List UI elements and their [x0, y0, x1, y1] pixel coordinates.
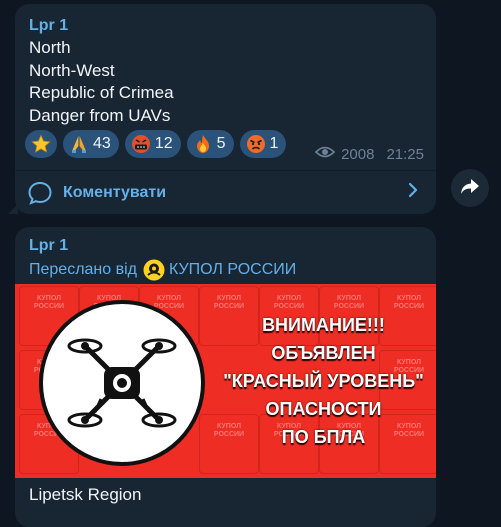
warning-line: ВНИМАНИЕ!!!: [262, 315, 385, 335]
drone-icon: [39, 300, 205, 466]
comments-button[interactable]: Коментувати: [15, 171, 436, 214]
reaction-fire[interactable]: 5: [186, 130, 234, 158]
warning-line: ОПАСНОСТИ: [265, 399, 382, 419]
message-line: North: [29, 38, 71, 57]
eye-icon: [314, 145, 336, 163]
share-arrow-icon: [460, 177, 480, 200]
star-icon: [31, 134, 51, 154]
warning-line: "КРАСНЫЙ УРОВЕНЬ": [223, 371, 424, 391]
fire-icon: [193, 134, 213, 154]
message-line: Danger from UAVs: [29, 105, 171, 125]
reactions-bar: 43 12 5 1: [25, 130, 287, 158]
reaction-count: 5: [216, 135, 226, 152]
message-text: North North-West Republic of Crimea Dang…: [29, 37, 174, 127]
channel-avatar-icon: [143, 259, 165, 281]
message-bubble: Lpr 1 North North-West Republic of Crime…: [8, 4, 436, 214]
forwarded-prefix: Переслано від: [29, 261, 137, 278]
reaction-praying-hands[interactable]: 43: [63, 130, 119, 158]
reaction-angry-face[interactable]: 1: [239, 130, 287, 158]
angry-face-icon: [246, 134, 266, 154]
message-caption: Lipetsk Region: [29, 485, 142, 504]
message-bubble: Lpr 1 Переслано від КУПОЛ РОССИИ КУПОЛ РО…: [15, 227, 436, 527]
cursing-face-icon: [131, 134, 151, 154]
message-time: 21:25: [386, 145, 424, 163]
warning-line: ПО БПЛА: [281, 427, 366, 447]
forwarded-header[interactable]: Переслано від КУПОЛ РОССИИ: [29, 259, 296, 281]
message-line: North-West: [29, 60, 115, 80]
reaction-cursing-face[interactable]: 12: [124, 130, 181, 158]
message-meta: 2008 21:25: [314, 145, 424, 163]
warning-line: ОБЪЯВЛЕН: [271, 343, 376, 363]
reaction-star[interactable]: [25, 130, 57, 158]
praying-hands-icon: [69, 134, 89, 154]
message-author[interactable]: Lpr 1: [29, 17, 68, 35]
alert-banner-image[interactable]: КУПОЛРОССИИ КУПОЛРОССИИ КУПОЛРОССИИ КУПО…: [15, 284, 436, 478]
reaction-count: 1: [269, 135, 279, 152]
message-line: Republic of Crimea: [29, 83, 174, 102]
warning-text: ВНИМАНИЕ!!! ОБЪЯВЛЕН "КРАСНЫЙ УРОВЕНЬ" О…: [211, 311, 436, 451]
reaction-count: 43: [93, 135, 111, 152]
chevron-right-icon: [408, 182, 418, 203]
forwarded-source: КУПОЛ РОССИИ: [169, 261, 297, 278]
reaction-count: 12: [154, 135, 173, 152]
view-count: 2008: [341, 145, 375, 163]
message-author[interactable]: Lpr 1: [29, 237, 68, 255]
share-button[interactable]: [451, 169, 489, 207]
comment-bubble-icon: [27, 180, 53, 206]
comments-label: Коментувати: [63, 183, 167, 201]
